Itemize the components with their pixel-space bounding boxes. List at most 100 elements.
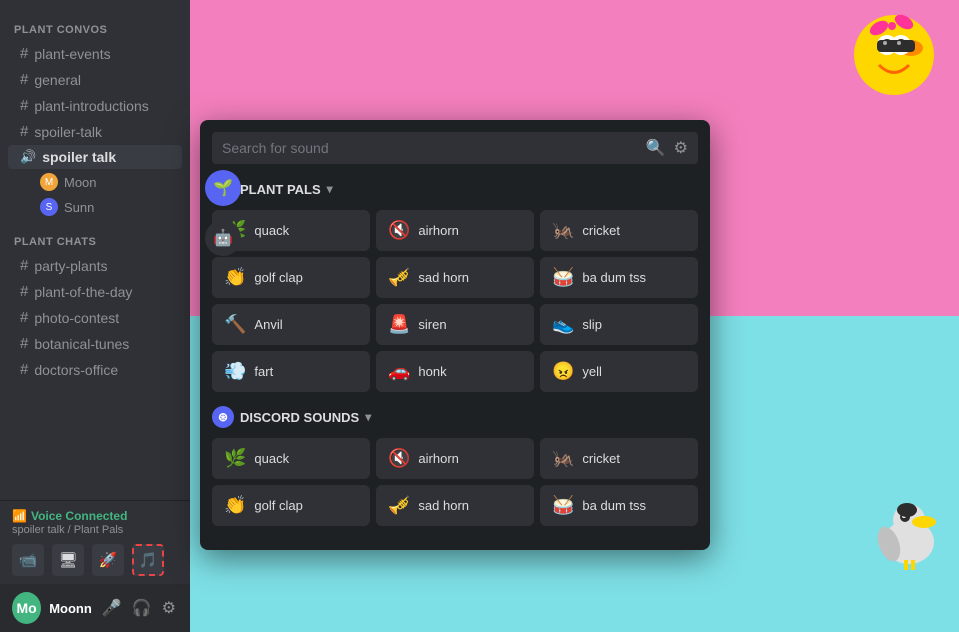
sound-siren[interactable]: 🚨 siren <box>376 304 534 345</box>
chevron-down-icon-2[interactable]: ▾ <box>365 410 371 424</box>
main-content: 🔍 ⚙ 🌱 PLANT PALS ▾ 🌿 quack 🔇 airhorn 🦗 c… <box>190 0 959 632</box>
sound-label: Anvil <box>254 317 282 332</box>
channel-plant-introductions[interactable]: # plant-introductions <box>8 93 182 118</box>
sound-honk[interactable]: 🚗 honk <box>376 351 534 392</box>
sound-label: cricket <box>582 451 620 466</box>
voice-actions: 📹 🖥 🚀 🎵 <box>12 544 178 576</box>
chevron-down-icon[interactable]: ▾ <box>327 182 333 196</box>
hash-icon: # <box>20 309 28 326</box>
sound-cricket-1[interactable]: 🦗 cricket <box>540 210 698 251</box>
sound-label: quack <box>254 451 289 466</box>
headphone-btn[interactable]: 🎧 <box>130 596 154 620</box>
plant-pals-label: PLANT PALS <box>240 182 321 197</box>
user-controls: 🎤 🎧 ⚙ <box>100 596 178 620</box>
sound-emoji: 🔇 <box>388 448 410 469</box>
channel-botanical-tunes[interactable]: # botanical-tunes <box>8 331 182 356</box>
sound-emoji: 🥁 <box>552 267 574 288</box>
channel-party-plants[interactable]: # party-plants <box>8 253 182 278</box>
activity-btn[interactable]: 🚀 <box>92 544 124 576</box>
speaker-icon: 🔊 <box>20 149 36 165</box>
sound-emoji: 🎺 <box>388 495 410 516</box>
channel-general[interactable]: # general <box>8 67 182 92</box>
plant-pals-grid: 🌿 quack 🔇 airhorn 🦗 cricket 👏 golf clap … <box>212 210 698 392</box>
sound-fart[interactable]: 💨 fart <box>212 351 370 392</box>
sidebar: PLANT CONVOS # plant-events # general # … <box>0 0 190 632</box>
discord-sounds-label: DISCORD SOUNDS <box>240 410 359 425</box>
voice-channel-label: spoiler talk / Plant Pals <box>12 524 178 536</box>
sound-label: ba dum tss <box>582 498 646 513</box>
screen-btn[interactable]: 🖥 <box>52 544 84 576</box>
discord-sounds-grid: 🌿 quack 🔇 airhorn 🦗 cricket 👏 golf clap … <box>212 438 698 526</box>
sound-emoji: 👏 <box>224 267 246 288</box>
sound-label: golf clap <box>254 270 302 285</box>
hash-icon: # <box>20 361 28 378</box>
sound-golf-clap-1[interactable]: 👏 golf clap <box>212 257 370 298</box>
avatar-moonn: Mo <box>12 592 41 624</box>
sound-slip[interactable]: 👟 slip <box>540 304 698 345</box>
video-btn[interactable]: 📹 <box>12 544 44 576</box>
channel-photo-contest[interactable]: # photo-contest <box>8 305 182 330</box>
sound-label: airhorn <box>418 223 458 238</box>
sound-sad-horn-2[interactable]: 🎺 sad horn <box>376 485 534 526</box>
sound-sad-horn-1[interactable]: 🎺 sad horn <box>376 257 534 298</box>
hash-icon: # <box>20 335 28 352</box>
sound-emoji: 🌿 <box>224 448 246 469</box>
sound-label: quack <box>254 223 289 238</box>
sound-panel: 🔍 ⚙ 🌱 PLANT PALS ▾ 🌿 quack 🔇 airhorn 🦗 c… <box>200 120 710 550</box>
sound-label: sad horn <box>418 270 469 285</box>
settings-icon-btn[interactable]: ⚙ <box>674 138 688 158</box>
sound-golf-clap-2[interactable]: 👏 golf clap <box>212 485 370 526</box>
sound-quack-2[interactable]: 🌿 quack <box>212 438 370 479</box>
sound-label: cricket <box>582 223 620 238</box>
hash-icon: # <box>20 123 28 140</box>
section-plant-chats: PLANT CHATS <box>0 220 190 252</box>
sound-emoji: 🚗 <box>388 361 410 382</box>
discord-icon: ⊛ <box>212 406 234 428</box>
channel-plant-of-the-day[interactable]: # plant-of-the-day <box>8 279 182 304</box>
channel-plant-events[interactable]: # plant-events <box>8 41 182 66</box>
sound-emoji: 💨 <box>224 361 246 382</box>
channel-spoiler-talk-text[interactable]: # spoiler-talk <box>8 119 182 144</box>
discord-bot-avatar: 🤖 <box>205 220 241 256</box>
sound-yell[interactable]: 😠 yell <box>540 351 698 392</box>
search-row: 🔍 ⚙ <box>212 132 698 164</box>
search-icon-btn[interactable]: 🔍 <box>646 138 666 158</box>
user-sunn[interactable]: S Sunn <box>8 195 182 219</box>
sound-anvil[interactable]: 🔨 Anvil <box>212 304 370 345</box>
server-avatar: 🌱 <box>205 170 241 206</box>
sound-label: fart <box>254 364 273 379</box>
sound-emoji: 🥁 <box>552 495 574 516</box>
sound-emoji: 🎺 <box>388 267 410 288</box>
sound-label: sad horn <box>418 498 469 513</box>
search-input[interactable] <box>222 140 638 156</box>
sound-airhorn-1[interactable]: 🔇 airhorn <box>376 210 534 251</box>
sound-emoji: 🚨 <box>388 314 410 335</box>
channel-spoiler-talk-voice[interactable]: 🔊 spoiler talk <box>8 145 182 169</box>
mic-btn[interactable]: 🎤 <box>100 596 124 620</box>
sidebar-channels: PLANT CONVOS # plant-events # general # … <box>0 0 190 500</box>
sound-airhorn-2[interactable]: 🔇 airhorn <box>376 438 534 479</box>
sound-ba-dum-tss-1[interactable]: 🥁 ba dum tss <box>540 257 698 298</box>
hash-icon: # <box>20 283 28 300</box>
user-moon[interactable]: M Moon <box>8 170 182 194</box>
user-bar: Mo Moonn 🎤 🎧 ⚙ <box>0 584 190 632</box>
sound-label: siren <box>418 317 446 332</box>
plant-pals-header: 🌱 PLANT PALS ▾ <box>212 176 698 202</box>
settings-btn[interactable]: ⚙ <box>160 596 178 620</box>
sound-label: honk <box>418 364 446 379</box>
sound-label: slip <box>582 317 602 332</box>
voice-connected-label: 📶 Voice Connected <box>12 509 178 523</box>
sound-cricket-2[interactable]: 🦗 cricket <box>540 438 698 479</box>
sound-emoji: 🔇 <box>388 220 410 241</box>
channel-doctors-office[interactable]: # doctors-office <box>8 357 182 382</box>
hash-icon: # <box>20 97 28 114</box>
avatar-moon: M <box>40 173 58 191</box>
soundboard-btn[interactable]: 🎵 <box>132 544 164 576</box>
sound-ba-dum-tss-2[interactable]: 🥁 ba dum tss <box>540 485 698 526</box>
sound-label: airhorn <box>418 451 458 466</box>
character-bird <box>869 492 949 572</box>
hash-icon: # <box>20 45 28 62</box>
sound-label: golf clap <box>254 498 302 513</box>
hash-icon: # <box>20 71 28 88</box>
hash-icon: # <box>20 257 28 274</box>
